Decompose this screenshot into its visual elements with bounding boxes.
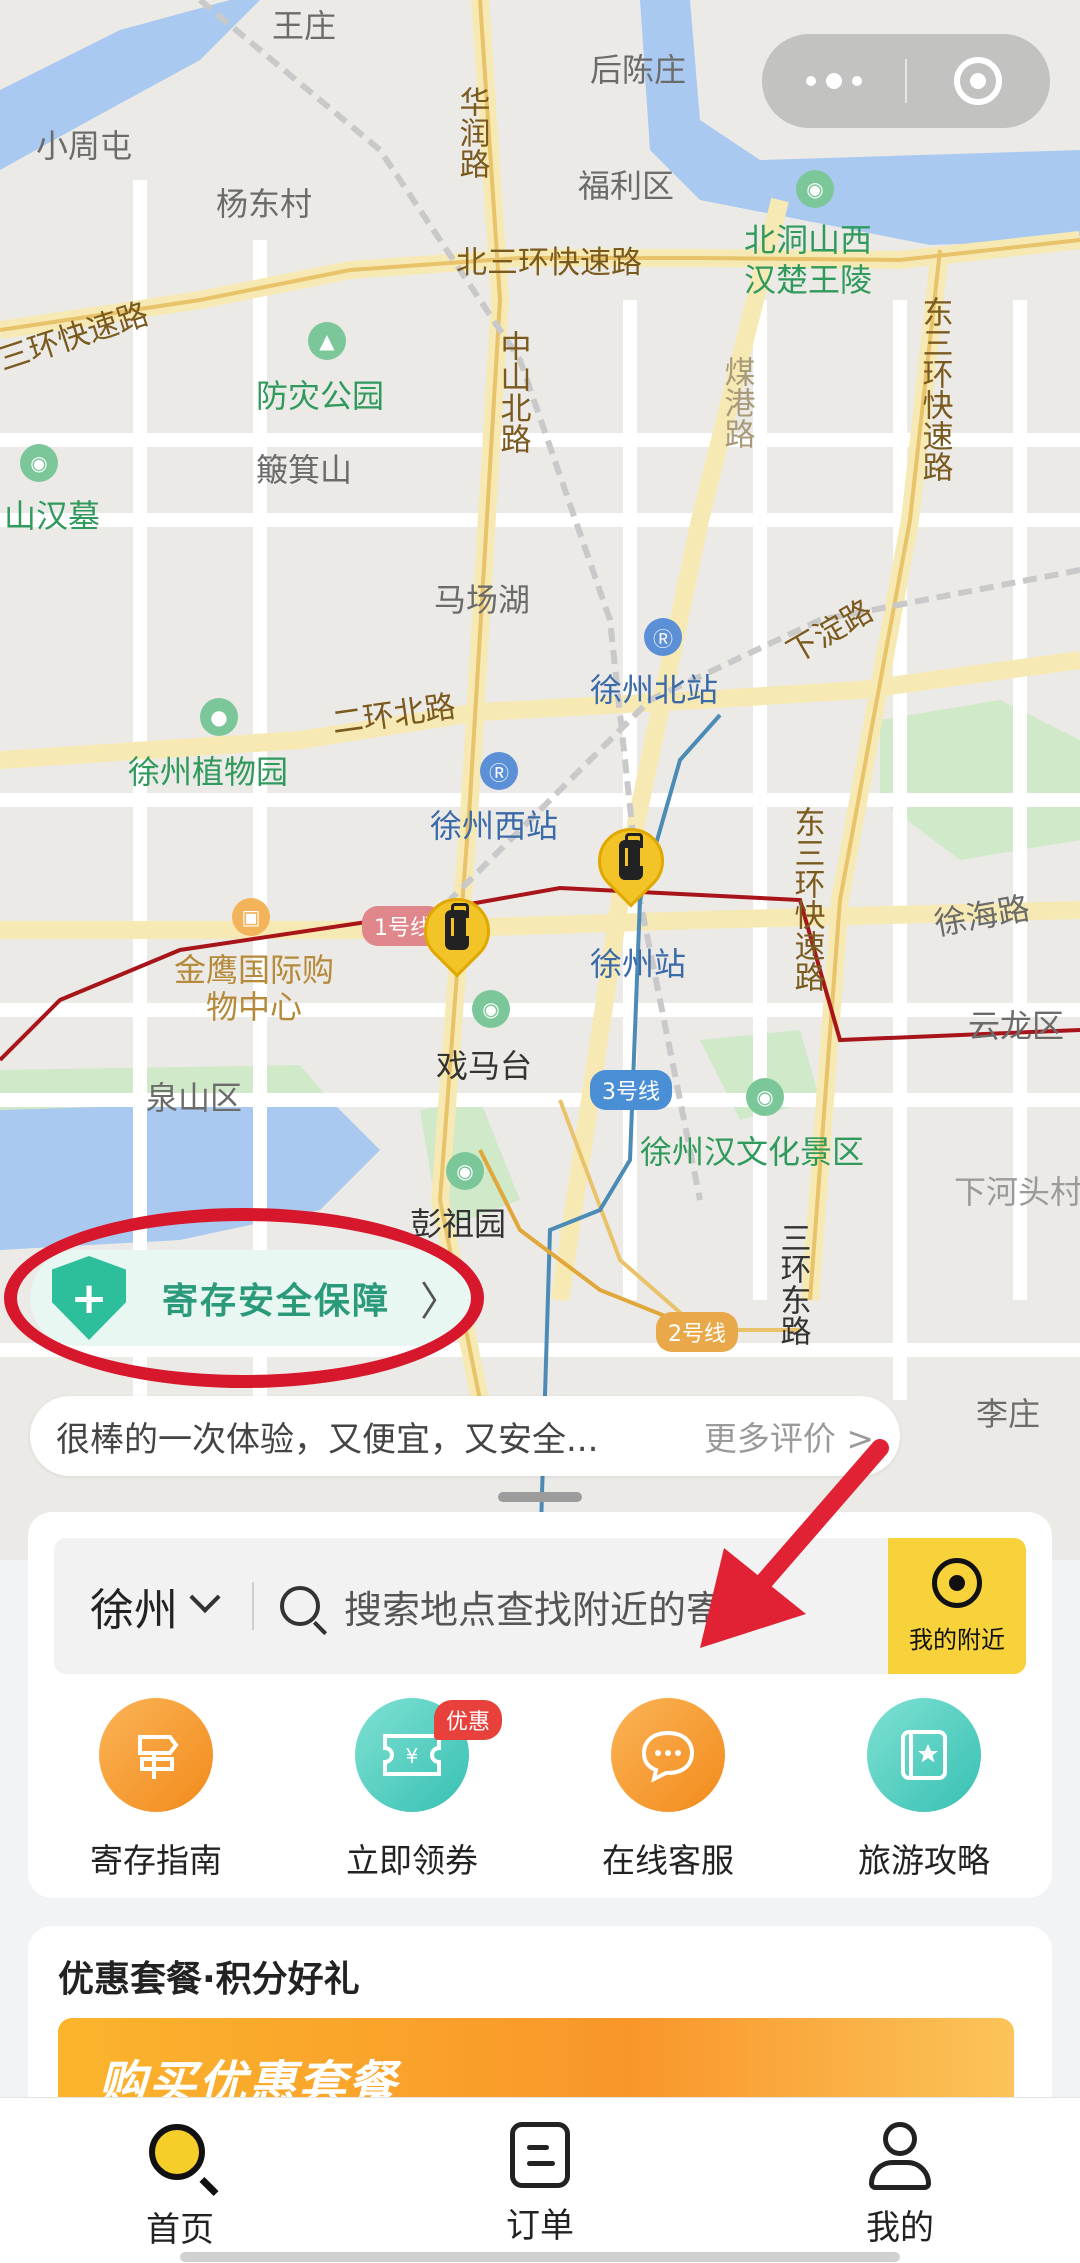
shortcut-label: 寄存指南: [90, 1841, 222, 1880]
city-selector[interactable]: 徐州: [54, 1574, 221, 1638]
search-input[interactable]: 搜索地点查找附近的寄存: [344, 1579, 864, 1634]
order-icon: [510, 2122, 570, 2188]
map-label: 王庄: [272, 7, 337, 45]
park-icon: ●: [200, 698, 238, 736]
chat-bubble-icon: [611, 1698, 725, 1812]
shortcut-get-coupon[interactable]: ¥ 优惠 立即领券: [284, 1698, 540, 1882]
locate-icon: [932, 1557, 982, 1608]
target-icon: [954, 57, 1003, 105]
shortcut-label: 在线客服: [602, 1841, 734, 1880]
locker-pin[interactable]: [410, 884, 504, 984]
shortcut-storage-guide[interactable]: 寄存指南: [28, 1698, 284, 1882]
map-label: 马场湖: [434, 581, 531, 619]
search-icon: [145, 2122, 215, 2192]
tab-me[interactable]: 我的: [720, 2098, 1080, 2263]
guidebook-icon: [867, 1698, 981, 1812]
map-label: 李庄: [976, 1395, 1041, 1433]
chevron-down-icon: [189, 1581, 221, 1614]
divider: [252, 1582, 254, 1630]
user-icon: [867, 2122, 933, 2190]
discount-badge: 优惠: [434, 1700, 503, 1740]
map-label: 北洞山西: [744, 221, 873, 259]
svg-text:¥: ¥: [406, 1744, 419, 1768]
more-reviews-link[interactable]: 更多评价 >: [704, 1412, 874, 1460]
map-view[interactable]: 王庄 后陈庄 小周屯 华润路 福利区 杨东村 ◉ 北洞山西 汉楚王陵 北三环快速…: [0, 0, 1080, 1560]
map-label: 彭祖园: [410, 1205, 507, 1243]
metro-line-badge: 3号线: [590, 1070, 672, 1110]
map-label: 福利区: [578, 167, 675, 205]
scenic-icon: ◉: [20, 444, 58, 482]
train-station-icon: Ⓡ: [644, 618, 682, 656]
shortcut-travel-guide[interactable]: 旅游攻略: [796, 1698, 1052, 1882]
shopping-icon: ▣: [232, 898, 270, 936]
metro-line-badge: 2号线: [656, 1312, 738, 1352]
review-bar[interactable]: 很棒的一次体验，又便宜，又安全... 更多评价 >: [30, 1396, 900, 1476]
tab-label: 订单: [506, 2206, 574, 2246]
map-label: 小周屯: [36, 127, 133, 165]
map-label: 徐州汉文化景区: [640, 1133, 865, 1171]
miniprogram-capsule: [762, 34, 1050, 128]
review-text: 很棒的一次体验，又便宜，又安全...: [56, 1419, 599, 1460]
map-label: 防灾公园: [256, 377, 385, 415]
annotation-ellipse: [4, 1208, 484, 1388]
tab-home[interactable]: 首页: [0, 2098, 360, 2263]
map-label: 后陈庄: [590, 51, 687, 89]
map-label: 汉楚王陵: [744, 261, 873, 299]
map-label: 徐州站: [590, 945, 687, 983]
map-label: 北三环快速路: [456, 245, 642, 281]
city-name: 徐州: [90, 1585, 178, 1636]
my-nearby-button[interactable]: 我的附近: [888, 1538, 1026, 1674]
map-label: 徐州西站: [430, 807, 559, 845]
bottom-tab-bar: 首页 订单 我的: [0, 2097, 1080, 2263]
map-label: 徐州植物园: [128, 753, 289, 791]
map-label: 泉山区: [146, 1079, 243, 1117]
map-label: 东三环快速路: [916, 296, 953, 482]
train-station-icon: Ⓡ: [480, 752, 518, 790]
tab-orders[interactable]: 订单: [360, 2098, 720, 2263]
map-label: 三环东路: [774, 1222, 811, 1346]
map-label: 山汉墓: [4, 497, 101, 535]
map-label: 下河头村: [954, 1173, 1080, 1211]
scenic-icon: ◉: [796, 170, 834, 208]
shortcut-online-service[interactable]: 在线客服: [540, 1698, 796, 1882]
search-bar: 徐州 搜索地点查找附近的寄存 我的附近: [54, 1538, 1026, 1674]
shortcut-label: 旅游攻略: [858, 1841, 990, 1880]
map-label: 东三环快速路: [788, 806, 825, 992]
locker-pin[interactable]: [584, 814, 678, 914]
signpost-icon: [99, 1698, 213, 1812]
map-label: 金鹰国际购物中心: [174, 951, 335, 1026]
search-panel: 徐州 搜索地点查找附近的寄存 我的附近 寄存指南 ¥ 优惠 立即领券 在线客服 …: [28, 1512, 1052, 1898]
tab-label: 我的: [866, 2208, 934, 2248]
map-label: 戏马台: [436, 1047, 533, 1085]
search-icon: [280, 1586, 320, 1626]
tab-label: 首页: [146, 2210, 214, 2250]
promo-title: 优惠套餐·积分好礼: [58, 1959, 360, 2000]
more-menu-button[interactable]: [762, 73, 905, 89]
drag-handle[interactable]: [498, 1492, 582, 1502]
close-miniprogram-button[interactable]: [907, 57, 1050, 105]
scenic-icon: ◉: [472, 990, 510, 1028]
shortcut-label: 立即领券: [346, 1841, 478, 1880]
map-label: 中山北路: [494, 330, 531, 454]
scenic-icon: ◉: [446, 1152, 484, 1190]
map-label: 徐州北站: [590, 671, 719, 709]
map-label: 杨东村: [216, 185, 313, 223]
shortcut-grid: 寄存指南 ¥ 优惠 立即领券 在线客服 旅游攻略: [28, 1698, 1052, 1882]
my-nearby-label: 我的附近: [909, 1625, 1005, 1654]
home-indicator: [180, 2252, 900, 2262]
map-label: 簸箕山: [256, 451, 353, 489]
scenic-icon: ◉: [746, 1078, 784, 1116]
map-label: 云龙区: [968, 1007, 1065, 1045]
map-label: 华润路: [453, 86, 490, 179]
map-label: 煤港路: [718, 356, 755, 449]
park-icon: ▲: [308, 322, 346, 360]
